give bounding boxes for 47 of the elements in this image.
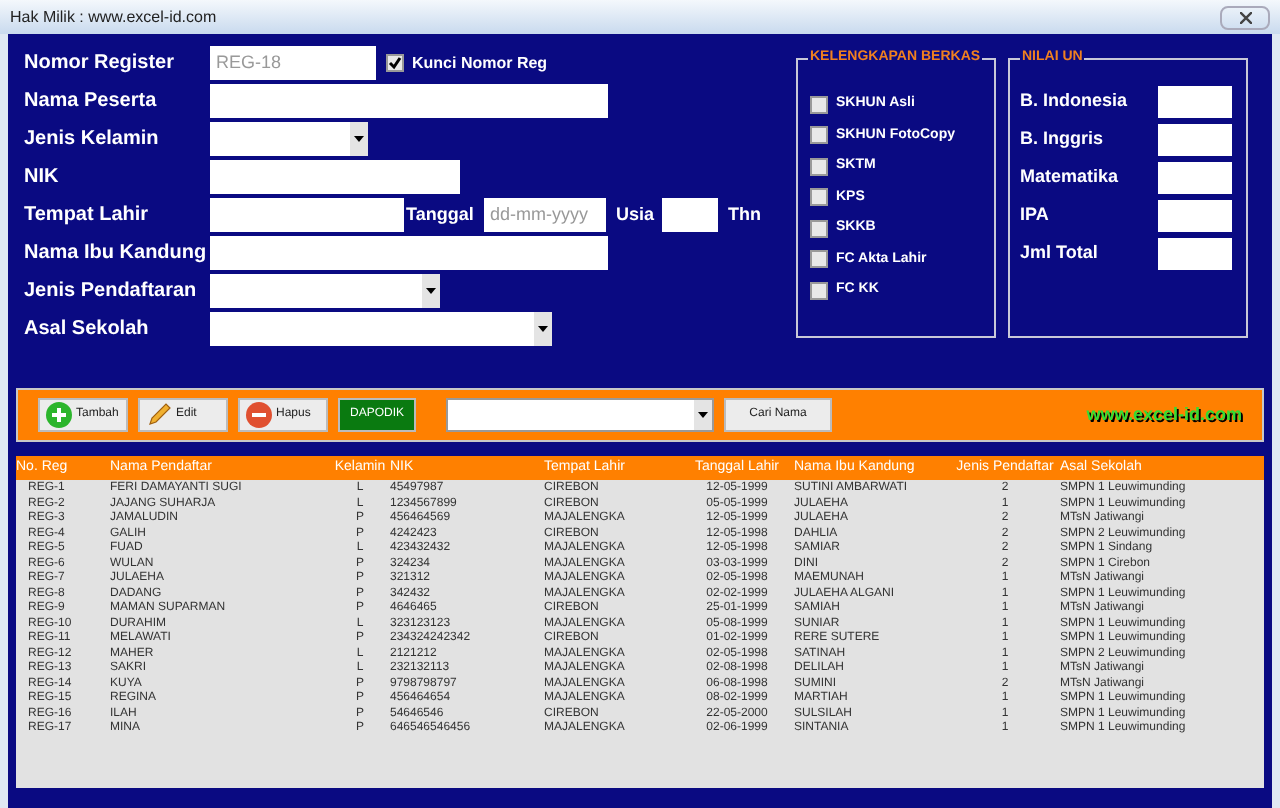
field-label: Tempat Lahir [24,202,151,230]
checkbox[interactable] [810,95,828,114]
input-field[interactable] [210,198,404,232]
field-label: NIK [24,164,61,192]
dropdown-field[interactable] [446,398,715,432]
minus-icon [246,402,272,428]
website-logo: www.excel-id.com [1086,401,1242,428]
checkbox[interactable] [810,157,828,176]
field-label: B. Inggris [1020,126,1106,153]
field-label: Jml Total [1020,240,1100,267]
dropdown-field[interactable] [210,274,440,308]
field-label: Nomor Register [24,50,177,78]
field-label: IPA [1020,202,1051,229]
checkbox[interactable] [810,281,828,300]
input-field[interactable] [210,160,460,194]
checkbox-label: Kunci Nomor Reg [412,51,548,75]
checkmark-icon [388,56,402,70]
input-field[interactable] [1158,86,1232,118]
field-label: Matematika [1020,164,1121,191]
field-label: Jenis Pendaftaran [24,278,199,306]
input-field[interactable] [1158,124,1232,156]
input-field[interactable] [1158,200,1232,232]
field-label: Nama Ibu Kandung [24,240,209,268]
dropdown-field[interactable] [210,312,552,346]
checkbox[interactable] [810,126,828,145]
unit-label: Thn [728,201,761,228]
input-field[interactable] [210,84,608,118]
field-label: Tanggal [406,201,476,228]
checkbox[interactable] [810,250,828,269]
input-field[interactable] [1158,162,1232,194]
input-field[interactable] [210,236,608,270]
field-label: Asal Sekolah [24,316,151,344]
plus-icon [46,402,72,428]
field-label: Nama Peserta [24,88,159,116]
pencil-icon [146,402,172,428]
dropdown-field[interactable] [210,122,368,156]
field-label: Usia [616,201,657,228]
field-label: B. Indonesia [1020,88,1130,115]
checkbox[interactable] [810,188,828,207]
close-button[interactable] [1220,5,1270,29]
input-field[interactable] [1158,238,1232,270]
checkbox[interactable] [810,219,828,238]
close-icon [1239,11,1251,23]
input-field[interactable] [662,198,718,232]
field-label: Jenis Kelamin [24,126,161,154]
window-title: Hak Milik : www.excel-id.com [10,5,217,29]
checkbox[interactable] [386,54,404,72]
